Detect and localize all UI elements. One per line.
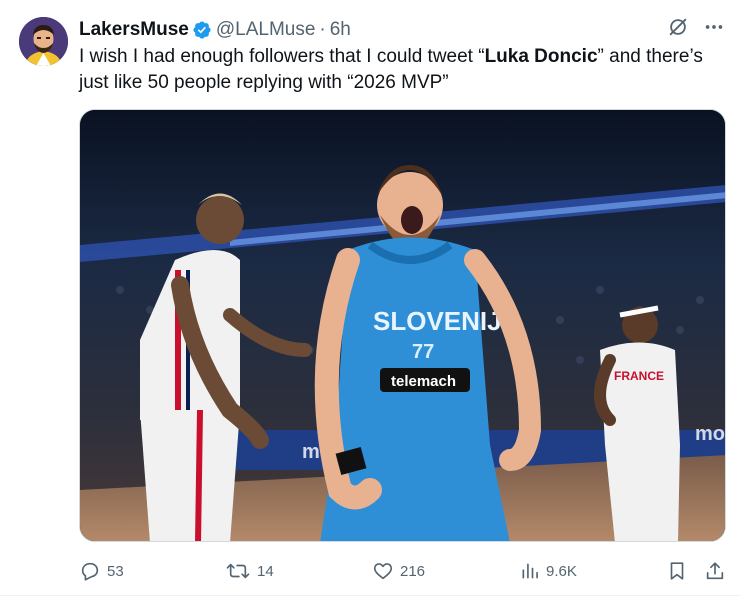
jersey-number: 77 (412, 341, 434, 363)
sponsor-text: telemach (391, 373, 456, 390)
tweet-actions: 53 14 216 9.6K (79, 556, 729, 586)
avatar[interactable] (19, 17, 68, 66)
basketball-photo: mo mo SLOVENIJA 77 telemach FRANCE (80, 110, 725, 541)
handle[interactable]: @LALMuse (216, 19, 316, 41)
like-count: 216 (400, 562, 426, 580)
bookmark-button[interactable] (666, 556, 694, 586)
verified-badge-icon (193, 21, 211, 39)
like-icon (373, 563, 393, 580)
views-button[interactable]: 9.6K (520, 556, 577, 586)
svg-text:mo: mo (695, 423, 725, 445)
reply-button[interactable]: 53 (79, 556, 124, 586)
tweet-text-part1: I wish I had enough followers that I cou… (79, 46, 485, 67)
reply-icon (81, 562, 99, 581)
bookmark-icon (670, 562, 684, 580)
grok-icon[interactable] (667, 16, 689, 38)
tweet-media-photo[interactable]: mo mo SLOVENIJA 77 telemach FRANCE (79, 109, 726, 542)
cartoon-avatar-icon (19, 17, 68, 66)
tweet-header: LakersMuse @LALMuse · 6h (79, 18, 351, 42)
repost-button[interactable]: 14 (225, 556, 274, 586)
views-icon (522, 563, 538, 579)
more-icon[interactable] (703, 16, 725, 38)
views-count: 9.6K (546, 562, 577, 580)
tweet[interactable]: LakersMuse @LALMuse · 6h I wish I had en… (0, 0, 741, 596)
display-name[interactable]: LakersMuse (79, 19, 189, 41)
share-icon (706, 562, 724, 580)
reply-count: 53 (107, 562, 124, 580)
tweet-text: I wish I had enough followers that I cou… (79, 44, 729, 96)
repost-icon (226, 563, 250, 579)
timestamp[interactable]: 6h (330, 19, 351, 41)
share-button[interactable] (704, 556, 732, 586)
tweet-text-bold: Luka Doncic (484, 46, 598, 67)
separator-dot: · (319, 19, 326, 40)
like-button[interactable]: 216 (372, 556, 425, 586)
repost-count: 14 (257, 562, 274, 580)
tweet-top-actions (667, 16, 725, 38)
right-jersey-text: FRANCE (614, 369, 664, 383)
